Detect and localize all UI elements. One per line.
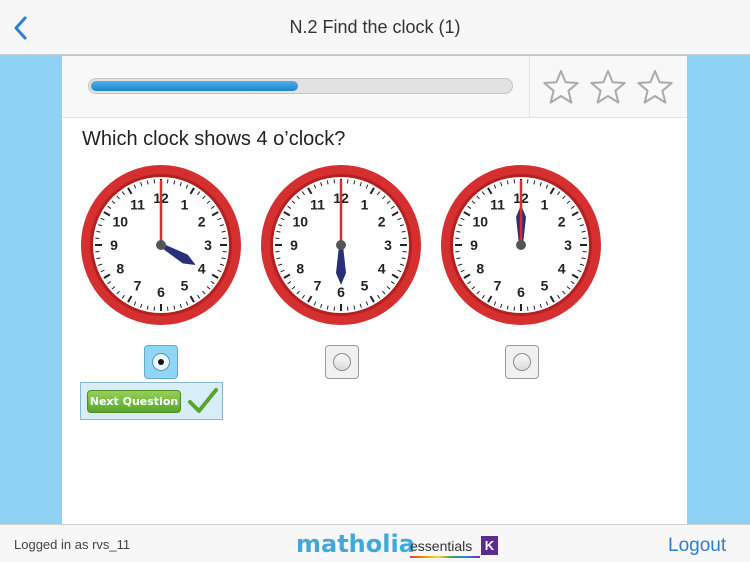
clock-number: 8 <box>296 261 304 277</box>
feedback-panel: Next Question <box>80 382 223 420</box>
star-icon <box>590 70 626 104</box>
clock-number: 11 <box>490 196 505 212</box>
star-rating <box>529 56 687 118</box>
clock-number: 7 <box>134 278 142 294</box>
clock-number: 11 <box>130 196 145 212</box>
edition-label: essentials <box>410 538 473 554</box>
clock-number: 6 <box>517 284 525 300</box>
progress-row <box>62 56 687 118</box>
clock-number: 5 <box>361 278 369 294</box>
radio-selected-dot <box>158 359 164 365</box>
question-text: Which clock shows 4 o’clock? <box>82 128 346 150</box>
clock-number: 4 <box>378 261 386 277</box>
clock-number: 9 <box>110 237 118 253</box>
level-badge: K <box>481 536 498 555</box>
edition-underline <box>410 556 480 558</box>
clock-number: 2 <box>558 214 566 230</box>
clock-number: 5 <box>541 278 549 294</box>
answer-radio-2[interactable] <box>325 345 359 379</box>
progress-bar <box>88 78 513 94</box>
clock-number: 8 <box>476 261 484 277</box>
clock-center-pin <box>516 240 526 250</box>
clock-option-3[interactable]: 123456789101112 <box>438 162 604 328</box>
clock-number: 3 <box>384 237 392 253</box>
clock-number: 7 <box>494 278 502 294</box>
star-icon <box>637 70 673 104</box>
page-title: N.2 Find the clock (1) <box>289 17 461 37</box>
clock-number: 1 <box>541 196 549 212</box>
logout-link[interactable]: Logout <box>668 535 726 557</box>
clock-number: 11 <box>310 196 325 212</box>
clock-number: 3 <box>564 237 572 253</box>
question-card: Which clock shows 4 o’clock? 1 2 3 4 5 6 7 8 9 10… <box>62 56 687 524</box>
clock-number: 6 <box>157 284 165 300</box>
clock-option-2[interactable]: 123456789101112 <box>258 162 424 328</box>
answer-radio-3[interactable] <box>505 345 539 379</box>
clock-center-pin <box>336 240 346 250</box>
checkmark-icon <box>188 388 218 413</box>
progress-fill <box>91 81 298 91</box>
clock-number: 1 <box>361 196 369 212</box>
clock-number: 10 <box>113 214 129 230</box>
clock-number: 2 <box>378 214 386 230</box>
clock-number: 10 <box>473 214 489 230</box>
top-navigation-bar: N.2 Find the clock (1) <box>0 0 750 55</box>
clock-center-pin <box>156 240 166 250</box>
clock-number: 9 <box>470 237 478 253</box>
brand-logo: matholia <box>296 530 415 558</box>
star-icon <box>543 70 579 104</box>
clock-number: 8 <box>116 261 124 277</box>
clock-option-1[interactable]: 123456789101112 <box>78 162 244 328</box>
clock-number: 10 <box>293 214 309 230</box>
clock-number: 9 <box>290 237 298 253</box>
clock-number: 4 <box>558 261 566 277</box>
clock-number: 4 <box>198 261 206 277</box>
logged-in-label: Logged in as rvs_11 <box>14 537 131 552</box>
clock-number: 1 <box>181 196 189 212</box>
answer-radio-1[interactable] <box>144 345 178 379</box>
clock-number: 7 <box>314 278 322 294</box>
clock-number: 6 <box>337 284 345 300</box>
bottom-bar: Logged in as rvs_11 matholia essentials … <box>0 524 750 562</box>
clock-number: 5 <box>181 278 189 294</box>
next-question-button[interactable]: Next Question <box>87 390 181 413</box>
clock-number: 3 <box>204 237 212 253</box>
clock-number: 2 <box>198 214 206 230</box>
